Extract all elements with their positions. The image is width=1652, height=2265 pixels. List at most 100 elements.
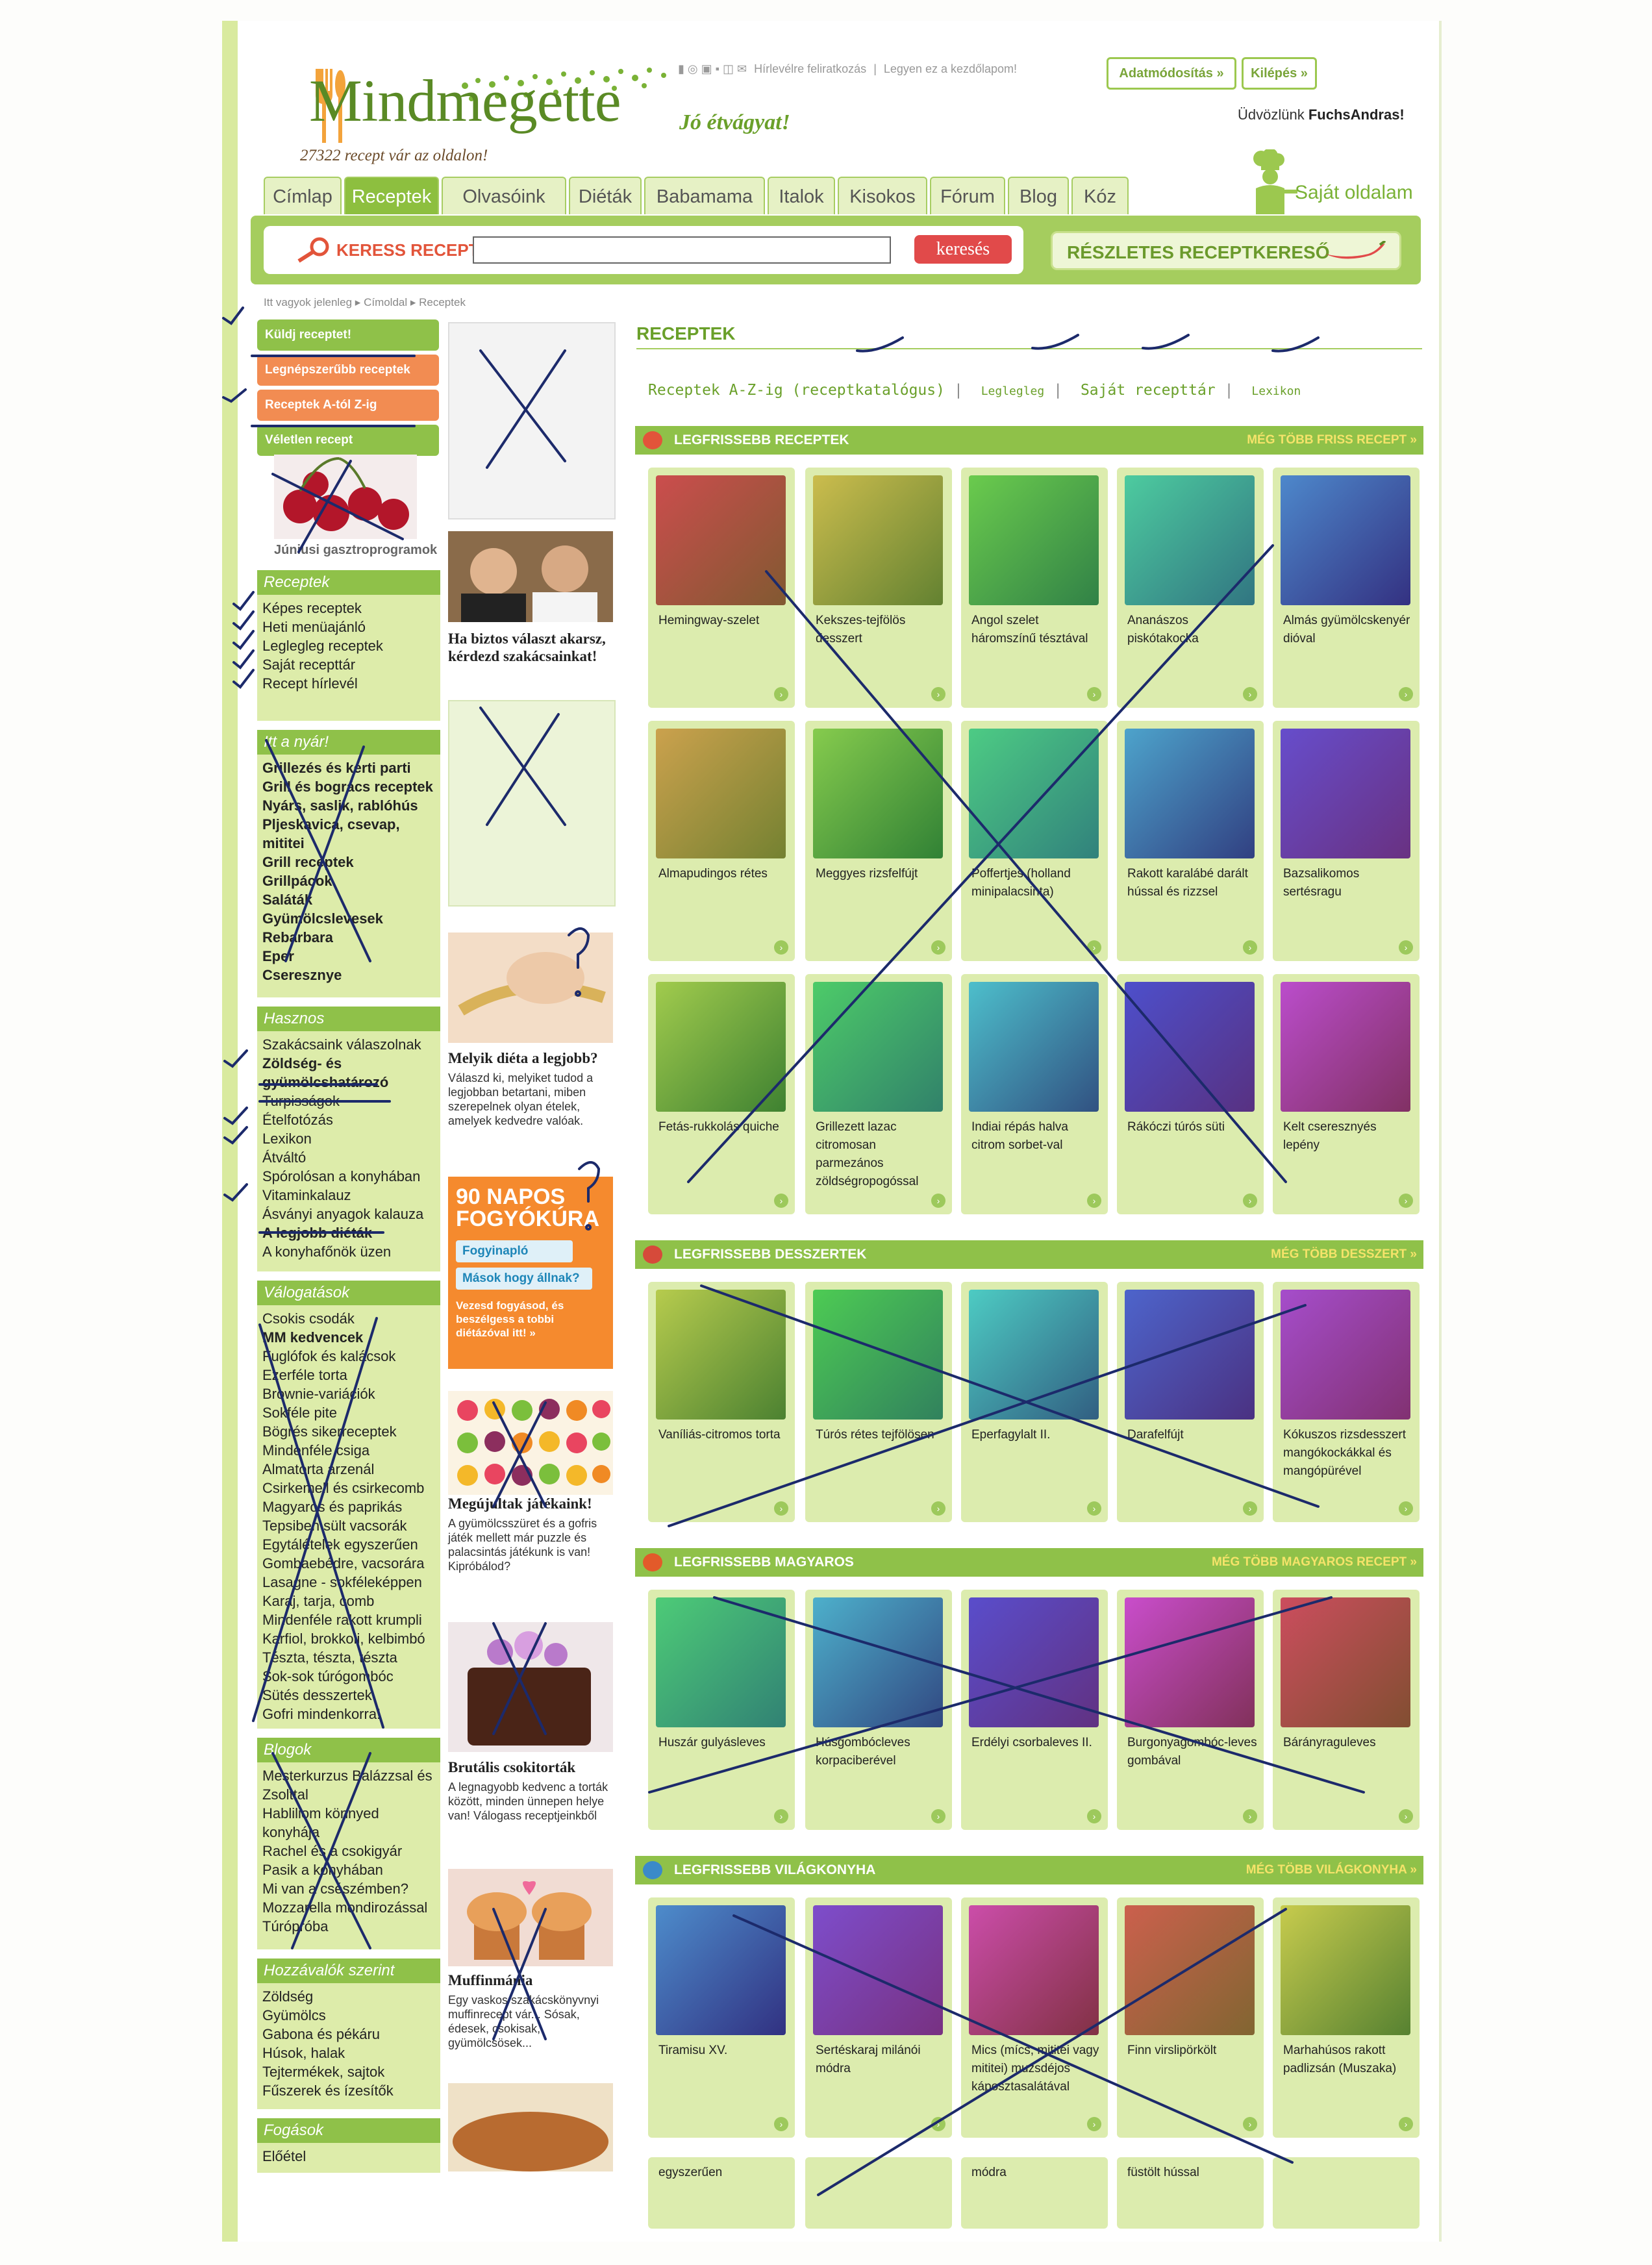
arrow-icon[interactable]: › bbox=[1399, 1809, 1413, 1823]
recipe-card[interactable]: Kókuszos rizsdesszert mangókockákkal és … bbox=[1273, 1282, 1420, 1522]
section-link[interactable]: Tészta, tészta, tészta bbox=[262, 1648, 435, 1667]
site-logo[interactable]: Mindmegette bbox=[309, 66, 621, 135]
recipe-name[interactable]: Kekszes-tejfölös desszert bbox=[816, 612, 945, 648]
section-link[interactable]: Zöldség bbox=[262, 1987, 435, 2006]
arrow-icon[interactable]: › bbox=[1087, 1501, 1101, 1516]
arrow-icon[interactable]: › bbox=[774, 1501, 788, 1516]
recipe-photo[interactable] bbox=[1281, 982, 1410, 1112]
bread-photo[interactable] bbox=[448, 2083, 613, 2171]
section-link[interactable]: Ásványi anyagok kalauza bbox=[262, 1205, 435, 1223]
section-link[interactable]: Fuglófok és kalácsok bbox=[262, 1347, 435, 1366]
section-link[interactable]: Sok-sok túrógombóc bbox=[262, 1667, 435, 1686]
section-link[interactable]: Pljeskavica, csevap, mititei bbox=[262, 815, 435, 853]
recipe-photo[interactable] bbox=[656, 729, 786, 858]
arrow-icon[interactable]: › bbox=[1087, 2117, 1101, 2131]
arrow-icon[interactable]: › bbox=[931, 2117, 945, 2131]
recipe-card-partial[interactable] bbox=[1273, 2157, 1420, 2229]
recipe-photo[interactable] bbox=[813, 1597, 943, 1727]
section-link[interactable]: Lexikon bbox=[262, 1129, 435, 1148]
section-link[interactable]: Magyaros és paprikás bbox=[262, 1497, 435, 1516]
recipe-photo[interactable] bbox=[1281, 1597, 1410, 1727]
recipe-name[interactable]: Kelt cseresznyés lepény bbox=[1283, 1118, 1413, 1155]
recipe-card[interactable]: Darafelfújt › bbox=[1117, 1282, 1264, 1522]
recipe-photo[interactable] bbox=[1281, 475, 1410, 605]
section-link[interactable]: Almatorta arzenál bbox=[262, 1460, 435, 1479]
more-link[interactable]: MÉG TÖBB DESSZERT » bbox=[1271, 1240, 1417, 1269]
section-link[interactable]: Spórolósan a konyhában bbox=[262, 1167, 435, 1186]
section-link[interactable]: A legjobb diéták bbox=[262, 1223, 435, 1242]
recipe-name[interactable]: Fetás-rukkolás quiche bbox=[658, 1118, 788, 1136]
section-link[interactable]: Recept hírlevél bbox=[262, 674, 435, 693]
recipe-card[interactable]: Mics (mícs, mititei vagy mititei) muzsdé… bbox=[961, 1897, 1108, 2138]
recipe-card[interactable]: Túrós rétes tejfölösen › bbox=[805, 1282, 952, 1522]
homepage-link[interactable]: Legyen ez a kezdőlapom! bbox=[884, 62, 1017, 75]
arrow-icon[interactable]: › bbox=[1243, 1809, 1257, 1823]
section-link[interactable]: Eper bbox=[262, 947, 435, 966]
recipe-photo[interactable] bbox=[813, 1290, 943, 1420]
recipe-card[interactable]: Fetás-rukkolás quiche › bbox=[648, 974, 795, 1214]
section-link[interactable]: Gyümölcslevesek bbox=[262, 909, 435, 928]
section-link[interactable]: Nyárs, saslik, rablóhús bbox=[262, 796, 435, 815]
recipe-card[interactable]: Almapudingos rétes › bbox=[648, 721, 795, 961]
more-link[interactable]: MÉG TÖBB MAGYAROS RECEPT » bbox=[1212, 1548, 1417, 1577]
recipe-name[interactable]: Burgonyagombóc-leves gombával bbox=[1127, 1734, 1257, 1770]
arrow-icon[interactable]: › bbox=[931, 940, 945, 955]
tab-babamama[interactable]: Babamama bbox=[644, 177, 765, 214]
recipe-name[interactable]: Túrós rétes tejfölösen bbox=[816, 1426, 945, 1444]
recipe-card-partial[interactable]: módra bbox=[961, 2157, 1108, 2229]
recipe-name[interactable]: Hemingway-szelet bbox=[658, 612, 788, 630]
recipe-card[interactable]: Grillezett lazac citromosan parmezános z… bbox=[805, 974, 952, 1214]
recipe-card[interactable]: Indiai répás halva citrom sorbet-val › bbox=[961, 974, 1108, 1214]
chocolate-cake-photo[interactable] bbox=[448, 1622, 613, 1752]
section-link[interactable]: Képes receptek bbox=[262, 599, 435, 618]
tab-blog[interactable]: Blog bbox=[1008, 177, 1069, 214]
section-link[interactable]: Habliliom könnyed konyhája bbox=[262, 1804, 435, 1842]
recipe-card[interactable]: Almás gyümölcskenyér dióval › bbox=[1273, 468, 1420, 708]
own-recipes-link[interactable]: Saját recepttár bbox=[1081, 382, 1216, 399]
arrow-icon[interactable]: › bbox=[1243, 1501, 1257, 1516]
section-link[interactable]: Grillezés és kerti parti bbox=[262, 758, 435, 777]
recipe-photo[interactable] bbox=[656, 1290, 786, 1420]
arrow-icon[interactable]: › bbox=[1243, 687, 1257, 701]
recipe-card[interactable]: Rakott karalábé darált hússal és rizzsel… bbox=[1117, 721, 1264, 961]
arrow-icon[interactable]: › bbox=[1399, 1194, 1413, 1208]
recipe-card[interactable]: Ananászos piskótakocka › bbox=[1117, 468, 1264, 708]
recipe-photo[interactable] bbox=[969, 475, 1099, 605]
recipe-card[interactable]: Finn virslipörkölt › bbox=[1117, 1897, 1264, 2138]
recipe-photo[interactable] bbox=[969, 1597, 1099, 1727]
recipe-card[interactable]: Kekszes-tejfölös desszert › bbox=[805, 468, 952, 708]
search-button[interactable]: keresés bbox=[914, 235, 1012, 264]
section-link[interactable]: Karfiol, brokkoli, kelbimbó bbox=[262, 1629, 435, 1648]
promo-muffins[interactable]: Muffinmánia Egy vaskos szakácskönyvnyi m… bbox=[448, 1971, 613, 2050]
section-link[interactable]: Gabona és pékáru bbox=[262, 2025, 435, 2044]
recipe-card[interactable]: Meggyes rizsfelfújt › bbox=[805, 721, 952, 961]
section-link[interactable]: Karaj, tarja, comb bbox=[262, 1592, 435, 1610]
recipe-name[interactable]: Kókuszos rizsdesszert mangókockákkal és … bbox=[1283, 1426, 1413, 1481]
random-recipe-button[interactable]: Véletlen recept bbox=[257, 425, 439, 456]
recipe-name[interactable]: Rákóczi túrós süti bbox=[1127, 1118, 1257, 1136]
popular-recipes-button[interactable]: Legnépszerűbb receptek bbox=[257, 355, 439, 386]
advanced-search-button[interactable]: RÉSZLETES RECEPTKERESŐ bbox=[1051, 231, 1401, 270]
section-link[interactable]: Heti menüajánló bbox=[262, 618, 435, 636]
section-link[interactable]: Turpisságok bbox=[262, 1092, 435, 1110]
recipe-photo[interactable] bbox=[656, 1597, 786, 1727]
recipe-card[interactable]: Burgonyagombóc-leves gombával › bbox=[1117, 1590, 1264, 1830]
recipe-card[interactable]: Bárányraguleves › bbox=[1273, 1590, 1420, 1830]
recipe-card[interactable]: Huszár gulyásleves › bbox=[648, 1590, 795, 1830]
arrow-icon[interactable]: › bbox=[774, 687, 788, 701]
section-link[interactable]: Mozzarella mondirozással bbox=[262, 1898, 435, 1917]
cherries-banner-image[interactable] bbox=[274, 455, 417, 539]
section-link[interactable]: Saját recepttár bbox=[262, 655, 435, 674]
recipe-photo[interactable] bbox=[1125, 475, 1255, 605]
a-z-recipes-button[interactable]: Receptek A-tól Z-ig bbox=[257, 390, 439, 421]
section-link[interactable]: Cseresznye bbox=[262, 966, 435, 984]
arrow-icon[interactable]: › bbox=[774, 2117, 788, 2131]
fogyinaplo-button[interactable]: Fogyinapló bbox=[456, 1240, 573, 1262]
section-link[interactable]: Sokféle pite bbox=[262, 1403, 435, 1422]
recipe-card[interactable]: Erdélyi csorbaleves II. › bbox=[961, 1590, 1108, 1830]
arrow-icon[interactable]: › bbox=[1399, 1501, 1413, 1516]
recipe-card[interactable]: Angol szelet háromszínű tésztával › bbox=[961, 468, 1108, 708]
recipe-photo[interactable] bbox=[969, 729, 1099, 858]
recipe-card[interactable]: Eperfagylalt II. › bbox=[961, 1282, 1108, 1522]
recipe-photo[interactable] bbox=[969, 982, 1099, 1112]
